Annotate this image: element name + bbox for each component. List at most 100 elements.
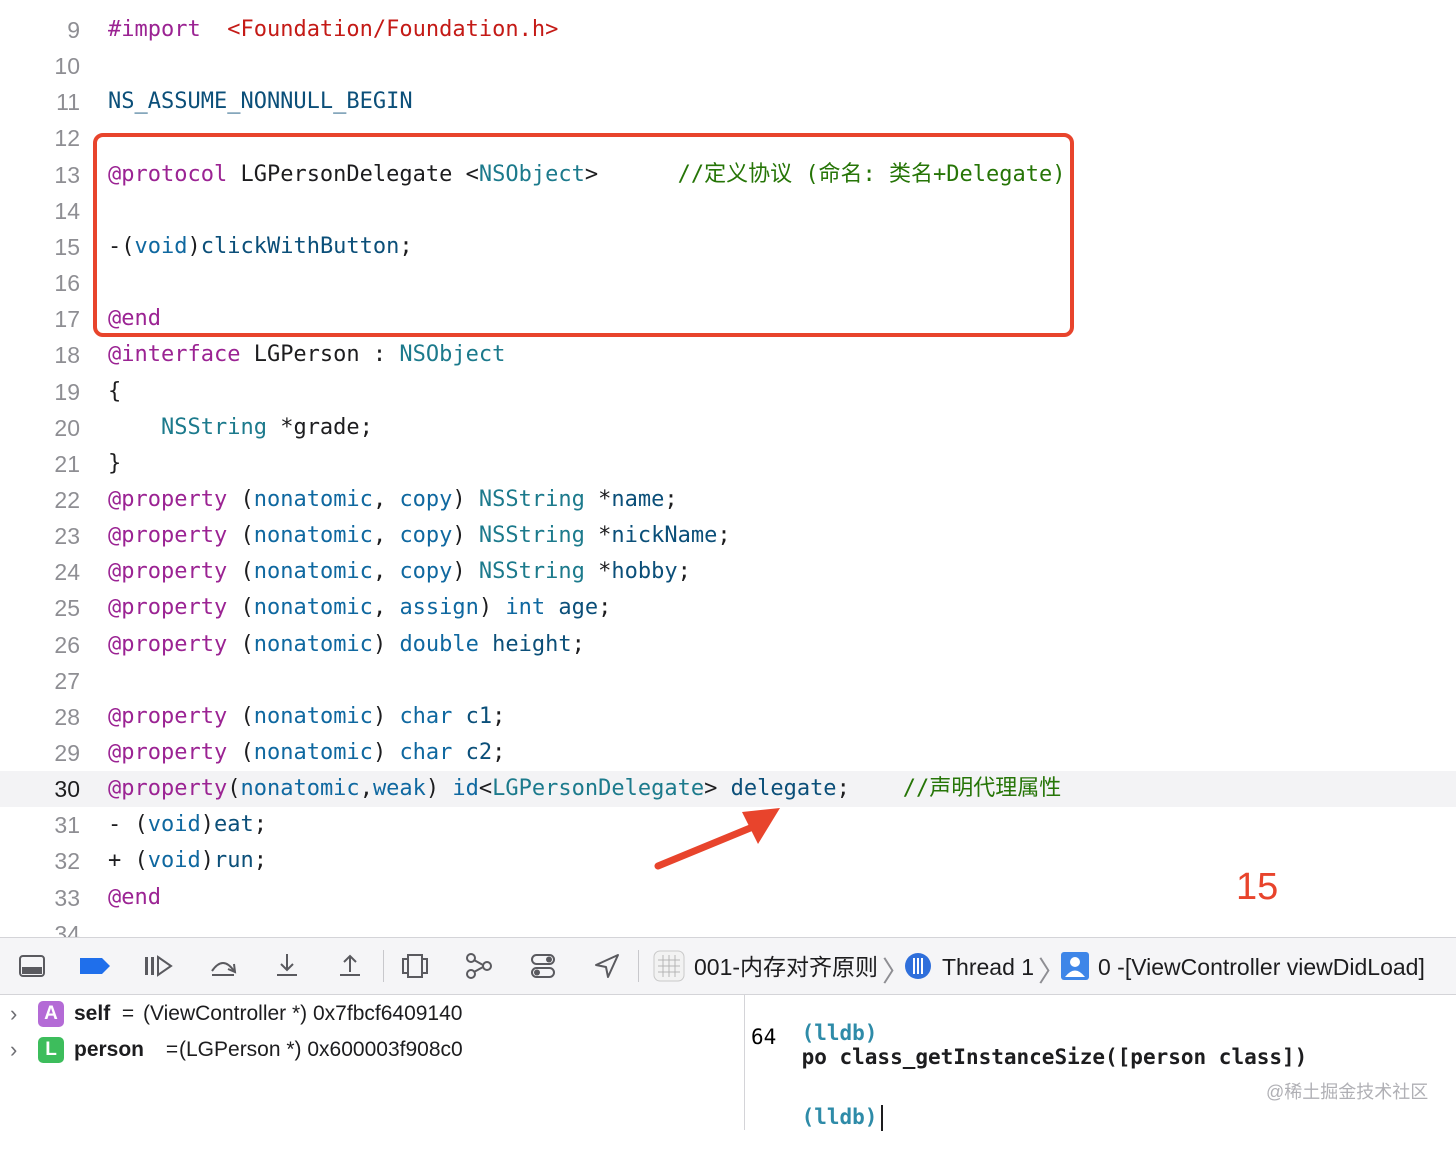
stack-frame-breadcrumb[interactable]: 0 -[ViewController viewDidLoad] xyxy=(1098,938,1425,996)
code-line[interactable]: 11 NS_ASSUME_NONNULL_BEGIN xyxy=(0,84,1456,120)
code-text[interactable]: @property (nonatomic) double height; xyxy=(108,627,585,663)
arrow-annotation-icon xyxy=(654,808,780,870)
step-out-button[interactable] xyxy=(333,949,367,983)
code-text[interactable]: NS_ASSUME_NONNULL_BEGIN xyxy=(108,84,413,120)
code-line[interactable]: 21} xyxy=(0,446,1456,482)
line-number[interactable]: 34 xyxy=(0,916,80,937)
code-text[interactable]: { xyxy=(108,374,121,410)
code-line[interactable]: 20 NSString *grade; xyxy=(0,410,1456,446)
code-token: #import xyxy=(108,17,201,42)
code-line[interactable]: 27 xyxy=(0,663,1456,699)
code-token: eat xyxy=(213,812,254,838)
line-number[interactable]: 24 xyxy=(0,554,80,590)
line-number[interactable]: 26 xyxy=(0,627,80,663)
lldb-console[interactable]: (lldb) po class_getInstanceSize([person … xyxy=(745,995,1456,1131)
line-number[interactable]: 32 xyxy=(0,843,80,879)
variable-row[interactable]: › Lperson = (LGPerson *) 0x600003f908c0 xyxy=(0,1033,744,1069)
view-hierarchy-button[interactable] xyxy=(398,949,432,983)
scheme-breadcrumb[interactable]: 001-内存对齐原则 xyxy=(694,938,878,996)
step-into-button[interactable] xyxy=(270,949,304,983)
code-token: ( xyxy=(227,740,254,765)
code-token: *grade; xyxy=(266,414,373,440)
line-number[interactable]: 9 xyxy=(0,12,80,48)
line-number[interactable]: 21 xyxy=(0,446,80,482)
code-text[interactable]: @property (nonatomic) char c2; xyxy=(108,735,505,771)
line-number[interactable]: 13 xyxy=(0,157,80,193)
line-number[interactable]: 23 xyxy=(0,518,80,554)
console-output: 64 xyxy=(751,1025,777,1049)
line-number[interactable]: 22 xyxy=(0,482,80,518)
code-line[interactable]: 24 @property (nonatomic, copy) NSString *… xyxy=(0,554,1456,590)
code-text[interactable]: } xyxy=(108,446,121,482)
breakpoints-toggle-button[interactable] xyxy=(78,949,112,983)
step-over-button[interactable] xyxy=(206,949,240,983)
line-number[interactable]: 30 xyxy=(0,771,80,807)
line-number[interactable]: 25 xyxy=(0,590,80,626)
code-line[interactable]: 23 @property (nonatomic, copy) NSString *… xyxy=(0,518,1456,554)
thread-breadcrumb[interactable]: Thread 1 xyxy=(942,938,1034,996)
line-number[interactable]: 28 xyxy=(0,699,80,735)
code-token: @property xyxy=(108,740,228,765)
code-text[interactable]: @property (nonatomic) char c1; xyxy=(108,699,505,735)
code-text[interactable]: @end xyxy=(108,880,161,916)
code-text[interactable]: @interface LGPerson : NSObject xyxy=(108,337,505,373)
code-line[interactable]: 29 @property (nonatomic) char c2; xyxy=(0,735,1456,771)
line-number[interactable]: 10 xyxy=(0,48,80,84)
environment-overrides-button[interactable] xyxy=(526,949,560,983)
code-text[interactable]: @property (nonatomic, copy) NSString *ni… xyxy=(108,518,731,554)
code-line[interactable]: 26 @property (nonatomic) double height; xyxy=(0,627,1456,663)
line-number[interactable]: 33 xyxy=(0,880,80,916)
code-line[interactable]: 28 @property (nonatomic) char c1; xyxy=(0,699,1456,735)
line-number[interactable]: 16 xyxy=(0,265,80,301)
code-token: * xyxy=(584,486,612,512)
code-text[interactable]: NSString *grade; xyxy=(108,410,373,446)
console-input-line[interactable]: (lldb) xyxy=(751,1081,884,1155)
code-text[interactable]: #import <Foundation/Foundation.h> xyxy=(108,12,558,48)
simulate-location-button[interactable] xyxy=(590,949,624,983)
code-text[interactable]: @property(nonatomic,weak) id<LGPersonDel… xyxy=(108,771,1061,807)
protocol-highlight-box xyxy=(93,133,1074,337)
code-line[interactable]: 19 { xyxy=(0,374,1456,410)
code-token: nickName xyxy=(611,523,718,549)
line-number[interactable]: 12 xyxy=(0,120,80,156)
code-token: , xyxy=(372,523,400,549)
code-line[interactable]: 22 @property (nonatomic, copy) NSString *… xyxy=(0,482,1456,518)
code-token: ( xyxy=(227,631,254,657)
code-text[interactable]: @property (nonatomic, copy) NSString *ho… xyxy=(108,554,691,590)
code-token: ) xyxy=(372,631,400,657)
code-text[interactable]: @property (nonatomic, copy) NSString *na… xyxy=(108,482,678,518)
line-number[interactable]: 20 xyxy=(0,410,80,446)
code-line[interactable]: 25 @property (nonatomic, assign) int age; xyxy=(0,590,1456,626)
code-token: char xyxy=(399,703,453,729)
code-token: - ( xyxy=(108,812,148,838)
line-number[interactable]: 31 xyxy=(0,807,80,843)
code-token: ) xyxy=(372,740,400,765)
code-line[interactable]: 34 xyxy=(0,916,1456,937)
line-number[interactable]: 18 xyxy=(0,337,80,373)
line-number[interactable]: 19 xyxy=(0,374,80,410)
code-line[interactable]: 9 #import <Foundation/Foundation.h> xyxy=(0,12,1456,48)
code-token: < xyxy=(478,776,493,802)
disclosure-triangle-icon[interactable]: › xyxy=(10,1037,17,1063)
code-text[interactable]: - (void)eat; xyxy=(108,807,267,843)
line-number[interactable]: 27 xyxy=(0,663,80,699)
variable-row[interactable]: › Aself = (ViewController *) 0x7fbcf64091… xyxy=(0,997,744,1033)
continue-button[interactable] xyxy=(141,949,175,983)
code-token: ) xyxy=(200,812,214,838)
line-number[interactable]: 15 xyxy=(0,229,80,265)
code-line[interactable]: 10 xyxy=(0,48,1456,84)
disclosure-triangle-icon[interactable]: › xyxy=(10,1001,17,1027)
variables-view[interactable]: › Aself = (ViewController *) 0x7fbcf64091… xyxy=(0,995,744,1130)
line-number[interactable]: 29 xyxy=(0,735,80,771)
code-text[interactable]: @property (nonatomic, assign) int age; xyxy=(108,590,611,626)
line-number[interactable]: 14 xyxy=(0,193,80,229)
line-number[interactable]: 17 xyxy=(0,301,80,337)
console-command-line: (lldb) po class_getInstanceSize([person … xyxy=(751,997,1308,1093)
line-number[interactable]: 11 xyxy=(0,84,80,120)
code-line[interactable]: 18 @interface LGPerson : NSObject xyxy=(0,337,1456,373)
hide-debug-area-button[interactable] xyxy=(15,949,49,983)
code-token: NSObject xyxy=(399,342,506,368)
code-text[interactable]: + (void)run; xyxy=(108,843,267,879)
memory-graph-button[interactable] xyxy=(462,949,496,983)
